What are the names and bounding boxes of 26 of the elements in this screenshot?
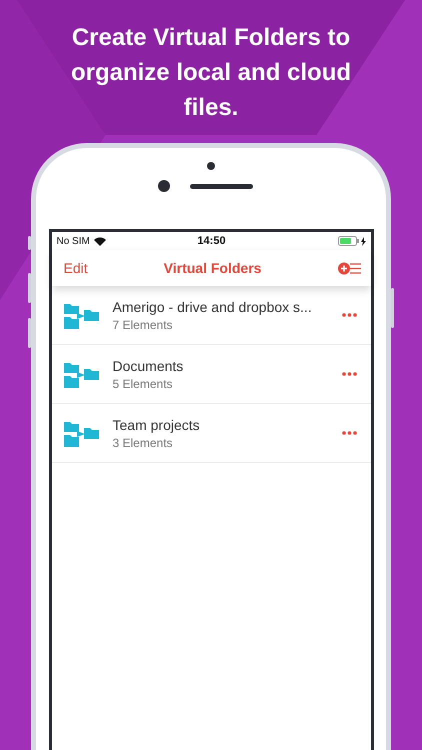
- more-icon: [342, 313, 356, 317]
- folder-tree-icon: [64, 420, 98, 446]
- folder-name: Documents: [112, 358, 184, 374]
- wifi-icon: [94, 236, 106, 246]
- add-list-icon[interactable]: [338, 262, 360, 274]
- folder-row[interactable]: Documents 5 Elements: [52, 345, 370, 404]
- nav-title: Virtual Folders: [164, 260, 262, 276]
- speaker-icon: [190, 184, 252, 188]
- folder-row[interactable]: Team projects 3 Elements: [52, 404, 370, 463]
- sensor-icon: [207, 162, 215, 170]
- element-count: 3 Elements: [112, 436, 174, 450]
- carrier: No SIM: [56, 236, 90, 246]
- battery-icon: [338, 236, 360, 246]
- more-icon: [342, 372, 356, 376]
- folder-tree-icon: [64, 302, 98, 328]
- status-time: 14:50: [197, 235, 226, 247]
- camera-icon: [158, 180, 170, 192]
- element-count: 5 Elements: [112, 376, 174, 390]
- headline: Create Virtual Folders to organize local and cloud files.: [70, 23, 352, 123]
- folder-name: Team projects: [112, 416, 201, 432]
- folder-tree-icon: [64, 360, 98, 388]
- edit-button[interactable]: Edit: [64, 260, 88, 276]
- folder-name: Amerigo - drive and dropbox s...: [112, 298, 313, 314]
- element-count: 7 Elements: [112, 318, 174, 332]
- folder-row[interactable]: Amerigo - drive and dropbox s... 7 Elements: [52, 286, 370, 345]
- more-icon: [342, 431, 356, 435]
